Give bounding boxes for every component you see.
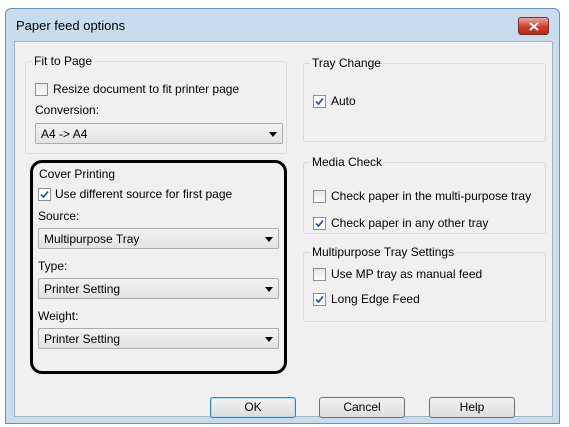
long-edge-feed-label: Long Edge Feed bbox=[331, 292, 420, 306]
long-edge-feed-checkbox[interactable] bbox=[313, 293, 326, 306]
window-title: Paper feed options bbox=[16, 18, 126, 33]
checkmark-icon bbox=[315, 97, 324, 106]
title-bar[interactable]: Paper feed options bbox=[6, 9, 559, 41]
use-mp-manual-feed-checkbox[interactable] bbox=[313, 268, 326, 281]
chevron-down-icon bbox=[269, 132, 277, 137]
fit-to-page-legend: Fit to Page bbox=[32, 54, 95, 68]
mp-tray-settings-group: Multipurpose Tray Settings bbox=[303, 245, 546, 322]
cover-printing-highlight bbox=[30, 160, 287, 374]
check-mp-tray-label: Check paper in the multi-purpose tray bbox=[331, 189, 532, 203]
check-mp-tray-checkbox[interactable] bbox=[313, 190, 326, 203]
conversion-label: Conversion: bbox=[35, 103, 100, 117]
close-icon bbox=[528, 21, 539, 31]
tray-change-legend: Tray Change bbox=[310, 56, 383, 70]
resize-document-label: Resize document to fit printer page bbox=[53, 82, 240, 96]
auto-checkbox[interactable] bbox=[313, 95, 326, 108]
auto-label: Auto bbox=[331, 94, 356, 108]
dialog-content: Fit to Page Resize document to fit print… bbox=[14, 41, 553, 418]
cancel-button[interactable]: Cancel bbox=[319, 397, 405, 418]
checkmark-icon bbox=[315, 219, 324, 228]
check-other-tray-label: Check paper in any other tray bbox=[331, 216, 489, 230]
use-mp-manual-feed-label: Use MP tray as manual feed bbox=[331, 267, 483, 281]
ok-button[interactable]: OK bbox=[210, 397, 296, 418]
paper-feed-options-dialog: Paper feed options Fit to Page Resize do… bbox=[5, 8, 560, 424]
check-other-tray-checkbox[interactable] bbox=[313, 217, 326, 230]
checkmark-icon bbox=[315, 295, 324, 304]
resize-document-checkbox[interactable] bbox=[35, 83, 48, 96]
help-button[interactable]: Help bbox=[429, 397, 515, 418]
close-button[interactable] bbox=[518, 17, 549, 35]
conversion-select[interactable]: A4 -> A4 bbox=[35, 123, 283, 144]
mp-tray-settings-legend: Multipurpose Tray Settings bbox=[310, 245, 457, 259]
conversion-value: A4 -> A4 bbox=[41, 127, 88, 141]
media-check-legend: Media Check bbox=[310, 155, 385, 169]
